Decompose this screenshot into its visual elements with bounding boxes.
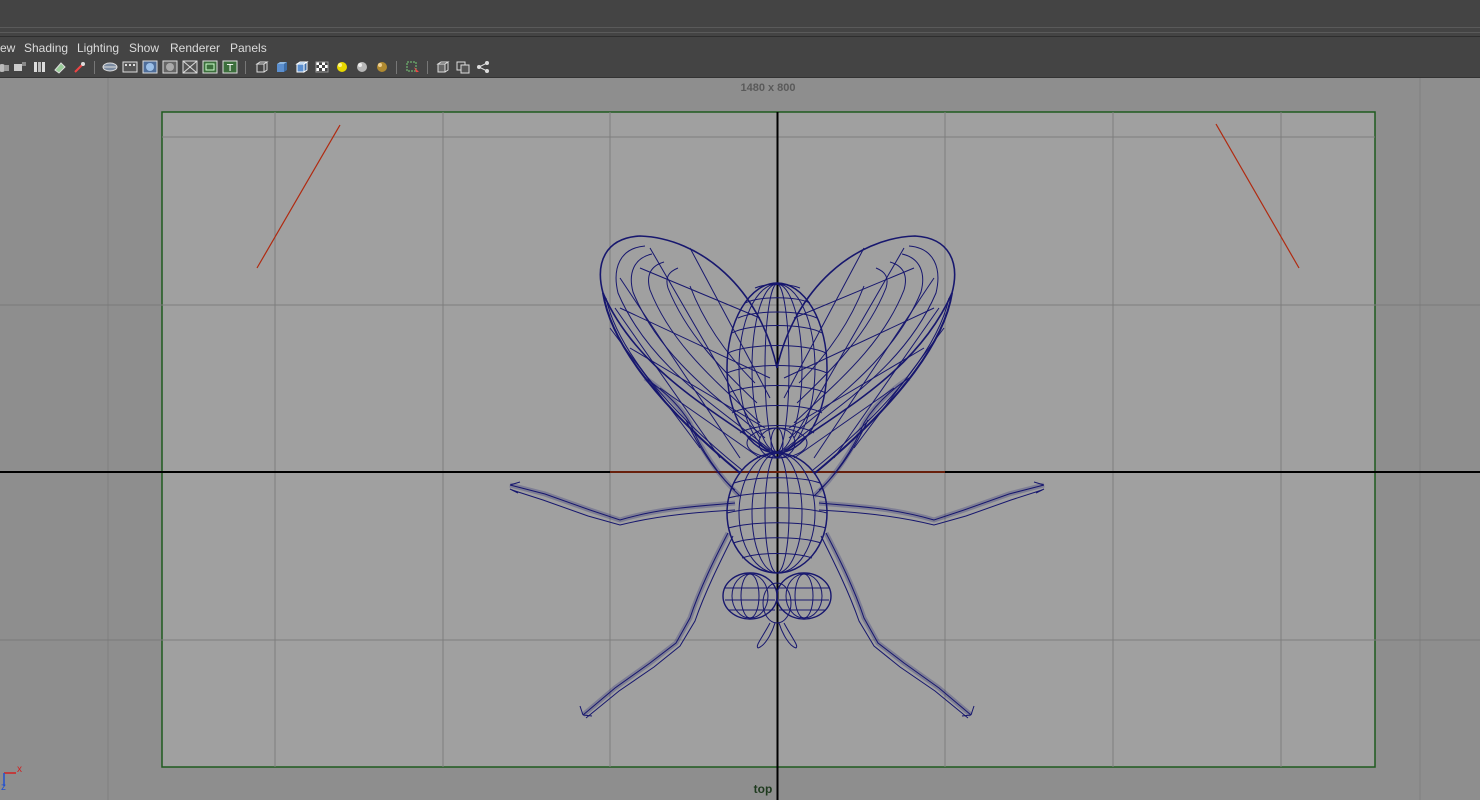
camera-attributes-icon[interactable] xyxy=(12,59,28,75)
menu-show[interactable]: Show xyxy=(129,40,159,56)
xray-icon[interactable] xyxy=(435,59,451,75)
menu-renderer[interactable]: Renderer xyxy=(170,40,220,56)
field-chart-icon[interactable] xyxy=(182,59,198,75)
wireframe-icon[interactable] xyxy=(254,59,270,75)
camera-name-label: top xyxy=(753,782,773,796)
svg-text:T: T xyxy=(226,63,234,74)
textured-icon[interactable] xyxy=(314,59,330,75)
menu-lighting[interactable]: Lighting xyxy=(77,40,119,56)
viewport-top[interactable]: 1480 x 800 top x z xyxy=(0,78,1480,800)
resolution-gate-icon[interactable] xyxy=(142,59,158,75)
shadows-icon[interactable] xyxy=(354,59,370,75)
gate-mask-icon[interactable] xyxy=(162,59,178,75)
ambient-occlusion-icon[interactable] xyxy=(374,59,390,75)
axis-z-label: z xyxy=(1,782,6,793)
xray-joints-icon[interactable] xyxy=(475,59,491,75)
wireframe-on-shaded-icon[interactable] xyxy=(294,59,310,75)
menu-view[interactable]: ew xyxy=(0,40,15,56)
toolbar-separator xyxy=(396,61,397,74)
film-gate-icon[interactable] xyxy=(122,59,138,75)
window-title-bar xyxy=(0,0,1480,37)
menu-panels[interactable]: Panels xyxy=(230,40,267,56)
bookmarks-icon[interactable] xyxy=(32,59,48,75)
smooth-shade-icon[interactable] xyxy=(274,59,290,75)
two-d-pan-zoom-icon[interactable] xyxy=(72,59,88,75)
menu-shading[interactable]: Shading xyxy=(24,40,68,56)
panel-toolbar: T xyxy=(0,58,1480,78)
axis-x-label: x xyxy=(17,764,22,775)
image-plane-icon[interactable] xyxy=(52,59,68,75)
safe-title-icon[interactable]: T xyxy=(222,59,238,75)
toolbar-separator xyxy=(427,61,428,74)
resolution-gate xyxy=(161,111,1376,768)
viewport-canvas xyxy=(0,78,1480,800)
safe-action-icon[interactable] xyxy=(202,59,218,75)
toolbar-separator xyxy=(94,61,95,74)
resolution-gate-label: 1480 x 800 xyxy=(740,82,796,94)
grid-icon[interactable] xyxy=(102,59,118,75)
select-camera-icon[interactable] xyxy=(0,59,10,75)
toolbar-separator xyxy=(245,61,246,74)
xray-active-icon[interactable] xyxy=(455,59,471,75)
isolate-select-icon[interactable] xyxy=(405,59,421,75)
title-divider xyxy=(0,27,1480,28)
title-divider xyxy=(0,32,1480,33)
panel-menu-bar: ew Shading Lighting Show Renderer Panels xyxy=(0,37,1480,58)
use-all-lights-icon[interactable] xyxy=(334,59,350,75)
axis-orientation-indicator: x z xyxy=(0,764,30,794)
